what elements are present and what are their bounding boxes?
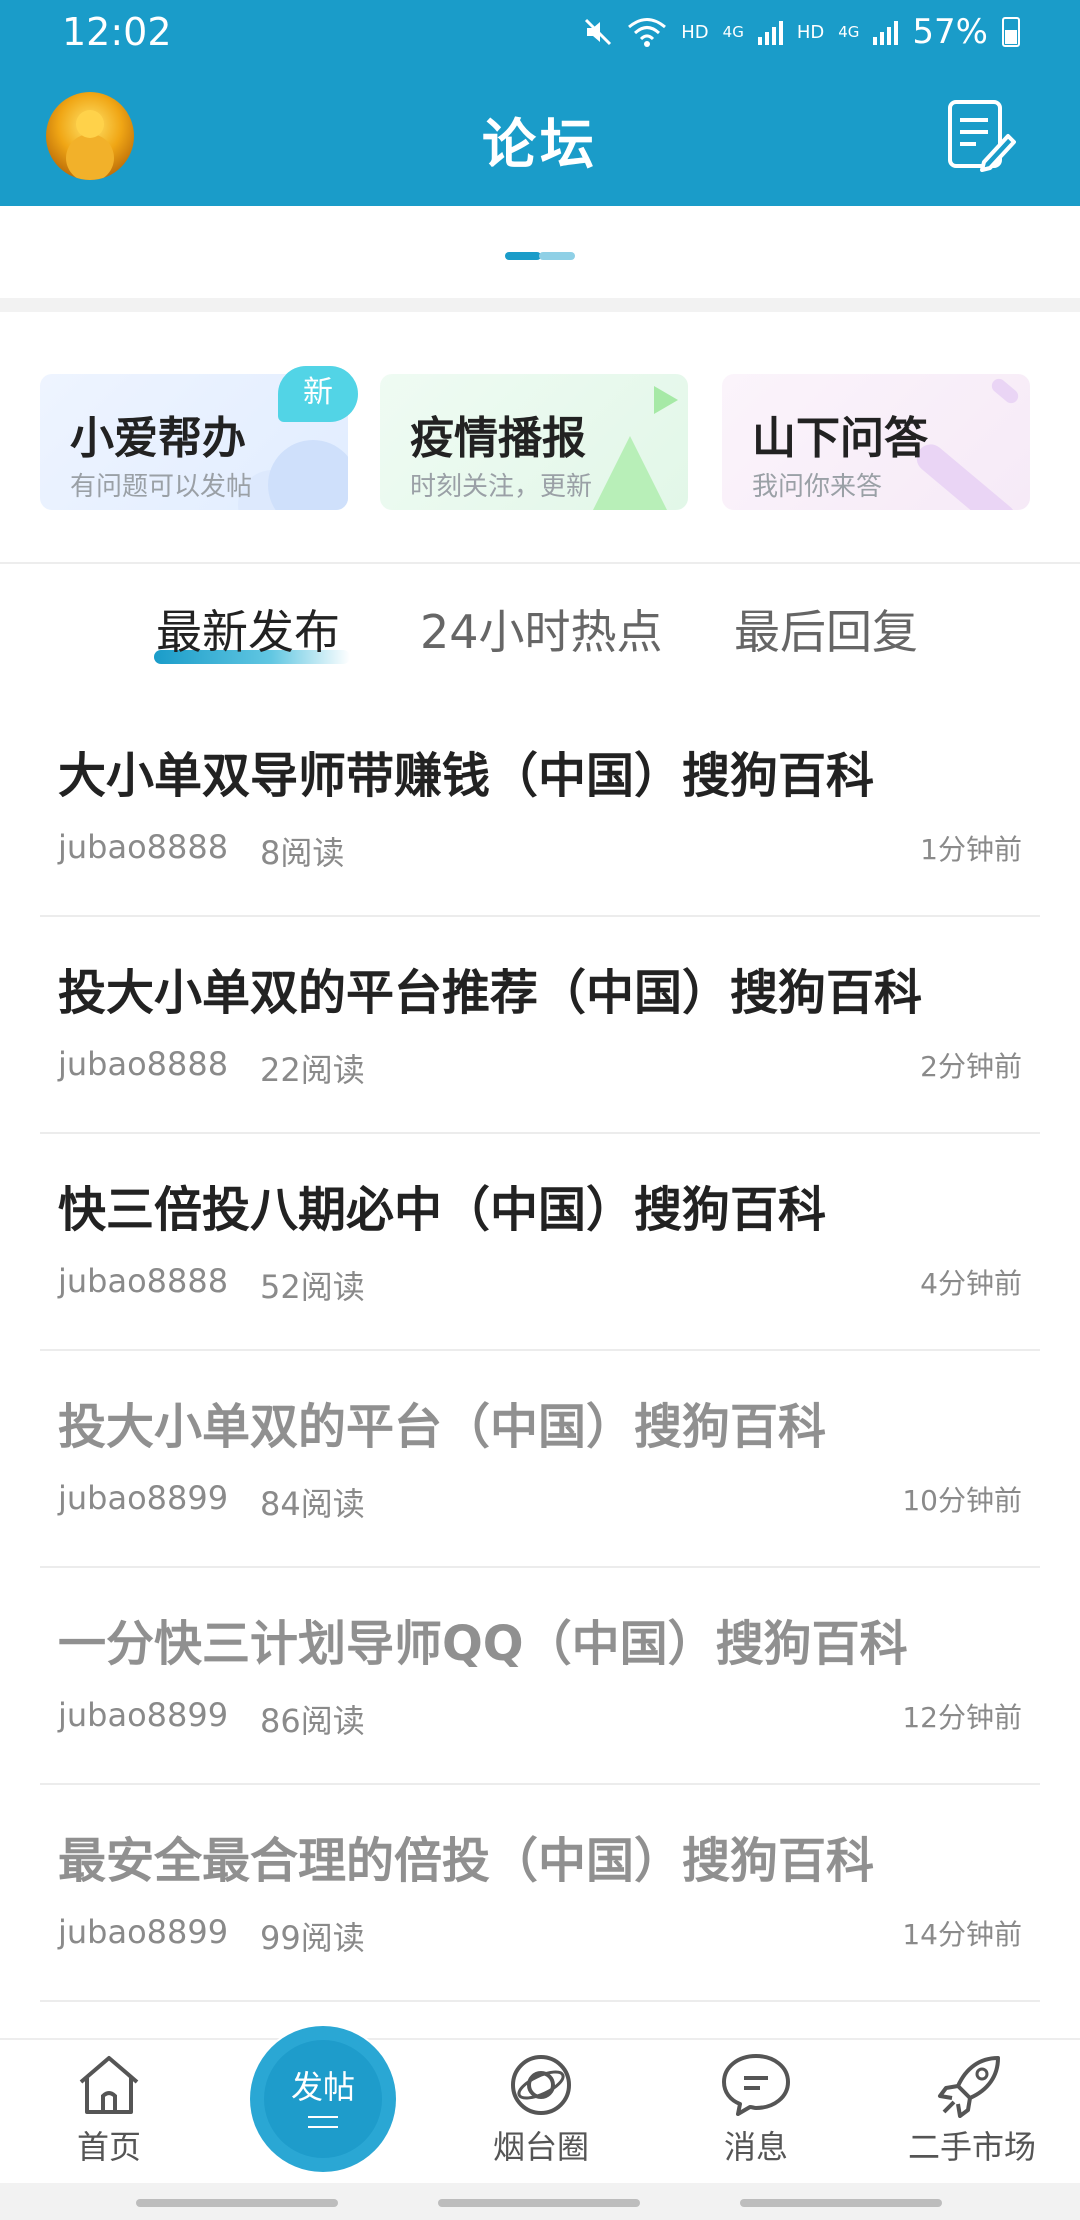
indicator-dot bbox=[539, 252, 575, 260]
signal-icon bbox=[757, 19, 783, 45]
post-item[interactable]: 投大小单双的平台（中国）搜狗百科 jubao8899 84阅读 10分钟前 bbox=[40, 1351, 1040, 1568]
section-divider bbox=[0, 298, 1080, 312]
nav-messages[interactable]: 消息 bbox=[676, 2052, 836, 2168]
post-tabs: 最新发布 24小时热点 最后回复 bbox=[0, 596, 1080, 676]
banner-indicator bbox=[505, 252, 575, 260]
tab-last-reply[interactable]: 最后回复 bbox=[734, 596, 918, 662]
card-decoration bbox=[654, 386, 678, 414]
card-decoration bbox=[590, 436, 670, 510]
post-title[interactable]: 一分快三计划导师QQ（中国）搜狗百科 bbox=[58, 1604, 908, 1674]
feature-card-qa[interactable]: 山下问答 我问你来答 bbox=[722, 374, 1030, 510]
post-item[interactable]: 投大小单双的平台推荐（中国）搜狗百科 jubao8888 22阅读 2分钟前 bbox=[40, 917, 1040, 1134]
status-icons: HD 4G HD 4G 57% bbox=[583, 10, 1020, 54]
battery-percent: 57% bbox=[912, 12, 988, 52]
card-decoration bbox=[268, 440, 348, 510]
post-time: 12分钟前 bbox=[902, 1701, 1022, 1734]
top-bar: 12:02 HD 4G HD 4G 57% 论坛 bbox=[0, 0, 1080, 206]
post-time: 4分钟前 bbox=[920, 1267, 1022, 1300]
card-subtitle: 有问题可以发帖 bbox=[70, 472, 253, 502]
status-time: 12:02 bbox=[62, 10, 172, 54]
nav-market[interactable]: 二手市场 bbox=[892, 2052, 1052, 2168]
post-item[interactable]: 大小单双导师带赚钱（中国）搜狗百科 jubao8888 8阅读 1分钟前 bbox=[40, 700, 1040, 917]
nav-home-label: 首页 bbox=[76, 2128, 141, 2166]
post-time: 1分钟前 bbox=[920, 833, 1022, 866]
post-title[interactable]: 大小单双导师带赚钱（中国）搜狗百科 bbox=[58, 736, 874, 806]
nav-messages-label: 消息 bbox=[723, 2128, 788, 2166]
card-subtitle: 时刻关注，更新 bbox=[410, 472, 593, 502]
nav-home[interactable]: 首页 bbox=[29, 2052, 189, 2168]
create-post-button[interactable]: 发帖 bbox=[250, 2026, 396, 2172]
compose-icon[interactable] bbox=[946, 98, 1016, 172]
nav-market-label: 二手市场 bbox=[907, 2128, 1036, 2166]
tab-latest[interactable]: 最新发布 bbox=[156, 596, 340, 662]
nav-circle-label: 烟台圈 bbox=[492, 2128, 589, 2166]
post-time: 10分钟前 bbox=[902, 1484, 1022, 1517]
mute-icon bbox=[585, 18, 612, 46]
page-title: 论坛 bbox=[482, 113, 598, 176]
network-type-2: 4G bbox=[838, 23, 860, 41]
post-title[interactable]: 快三倍投八期必中（中国）搜狗百科 bbox=[58, 1170, 826, 1240]
hd-label-2: HD bbox=[796, 21, 825, 43]
bottom-nav: 首页 烟台圈 消息 二手市场 bbox=[0, 2038, 1080, 2183]
nav-circle[interactable]: 烟台圈 bbox=[461, 2052, 621, 2168]
gesture-bar bbox=[0, 2183, 1080, 2220]
post-time: 2分钟前 bbox=[920, 1050, 1022, 1083]
post-item[interactable]: 快三倍投八期必中（中国）搜狗百科 jubao8888 52阅读 4分钟前 bbox=[40, 1134, 1040, 1351]
battery-icon bbox=[1002, 17, 1020, 47]
feature-card-epidemic[interactable]: 疫情播报 时刻关注，更新 bbox=[380, 374, 688, 510]
divider bbox=[0, 562, 1080, 564]
indicator-dot-active bbox=[505, 252, 541, 260]
post-item[interactable]: 一分快三计划导师QQ（中国）搜狗百科 jubao8899 86阅读 12分钟前 bbox=[40, 1568, 1040, 1785]
post-time: 14分钟前 bbox=[902, 1918, 1022, 1951]
network-type: 4G bbox=[722, 23, 744, 41]
post-title[interactable]: 最安全最合理的倍投（中国）搜狗百科 bbox=[58, 1821, 874, 1891]
card-subtitle: 我问你来答 bbox=[752, 472, 883, 502]
post-item[interactable]: 最安全最合理的倍投（中国）搜狗百科 jubao8899 99阅读 14分钟前 bbox=[40, 1785, 1040, 2002]
planet-icon bbox=[511, 2055, 571, 2115]
gesture-pill[interactable] bbox=[136, 2199, 338, 2207]
card-title: 小爱帮办 bbox=[70, 413, 246, 464]
post-title[interactable]: 投大小单双的平台推荐（中国）搜狗百科 bbox=[58, 953, 922, 1023]
hd-label: HD bbox=[681, 21, 709, 43]
wifi-icon bbox=[628, 18, 667, 47]
status-bar: 12:02 HD 4G HD 4G 57% bbox=[0, 0, 1080, 64]
card-title: 疫情播报 bbox=[410, 413, 586, 464]
new-badge: 新 bbox=[278, 366, 358, 422]
app-bar: 论坛 bbox=[0, 72, 1080, 202]
post-list: 大小单双导师带赚钱（中国）搜狗百科 jubao8888 8阅读 1分钟前 投大小… bbox=[40, 700, 1040, 2002]
chat-bubble-icon bbox=[722, 2054, 790, 2116]
card-title: 山下问答 bbox=[752, 413, 928, 464]
rocket-icon bbox=[938, 2056, 1000, 2118]
signal-icon-2 bbox=[873, 19, 899, 45]
feature-cards: 小爱帮办 有问题可以发帖 疫情播报 时刻关注，更新 山下问答 我问你来答 新 bbox=[40, 366, 1040, 510]
post-title[interactable]: 投大小单双的平台（中国）搜狗百科 bbox=[58, 1387, 826, 1457]
home-icon bbox=[79, 2056, 139, 2114]
card-decoration bbox=[989, 375, 1021, 407]
create-post-label: 发帖 bbox=[290, 2068, 355, 2106]
gesture-pill[interactable] bbox=[740, 2199, 942, 2207]
gesture-pill[interactable] bbox=[438, 2199, 640, 2207]
menu-lines-icon bbox=[308, 2116, 338, 2128]
tab-24h-hot[interactable]: 24小时热点 bbox=[420, 596, 663, 662]
